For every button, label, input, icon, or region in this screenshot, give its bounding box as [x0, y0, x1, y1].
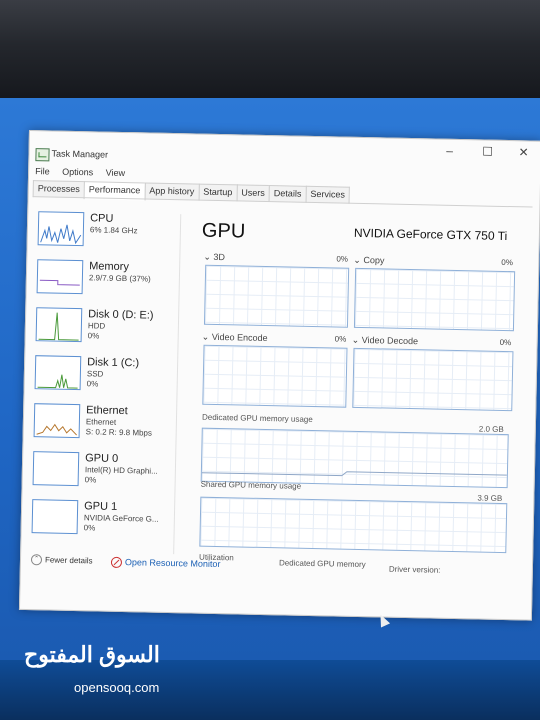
disk0-thumbnail [35, 307, 83, 343]
engine-video-decode-label[interactable]: ⌄ Video Decode [352, 335, 419, 347]
engine-video-encode-graph [202, 344, 348, 408]
sidebar-item-label: Memory [89, 260, 130, 274]
open-resource-monitor-link[interactable]: Open Resource Monitor [125, 557, 221, 569]
sidebar-item-value: 0% [87, 331, 100, 341]
shared-memory-label: Shared GPU memory usage [200, 479, 302, 491]
fewer-details-link[interactable]: Fewer details [45, 555, 93, 565]
task-manager-window: Task Manager – ☐ ✕ File Options View Pro… [18, 130, 540, 621]
resource-monitor-icon[interactable] [110, 556, 123, 569]
chevron-down-icon: ⌄ [203, 251, 214, 262]
task-manager-icon [35, 148, 50, 162]
engine-3d-graph [203, 264, 350, 328]
sidebar-item-label: CPU [90, 212, 114, 225]
sidebar-item-memory[interactable]: Memory 2.9/7.9 GB (37%) [35, 257, 182, 300]
menu-file[interactable]: File [35, 166, 50, 176]
chevron-down-icon: ⌄ [353, 254, 364, 266]
sidebar-item-gpu-0[interactable]: GPU 0 Intel(R) HD Graphi... 0% [30, 449, 177, 492]
sidebar-item-cpu[interactable]: CPU 6% 1.84 GHz [36, 209, 183, 252]
sidebar-item-ethernet[interactable]: Ethernet Ethernet S: 0.2 R: 9.8 Mbps [31, 401, 178, 444]
sidebar-item-value: 0% [86, 379, 99, 389]
engine-video-encode-percent: 0% [334, 334, 347, 344]
ethernet-thumbnail [33, 403, 81, 439]
tab-details[interactable]: Details [268, 185, 307, 203]
sidebar-item-disk-1[interactable]: Disk 1 (C:) SSD 0% [32, 353, 179, 396]
engine-copy-percent: 0% [501, 257, 513, 268]
minimize-button[interactable]: – [431, 139, 467, 162]
sidebar-item-label: GPU 1 [84, 500, 118, 513]
chevron-down-icon: ⌄ [201, 331, 212, 342]
performance-sidebar: CPU 6% 1.84 GHz Memory 2.9/7.9 GB (37%) … [25, 201, 181, 564]
sidebar-item-label: GPU 0 [85, 452, 119, 465]
dedicated-memory-label: Dedicated GPU memory usage [201, 412, 313, 425]
page-title: GPU [201, 219, 246, 243]
sidebar-item-value: 0% [84, 475, 97, 485]
sidebar-item-detail: HDD [87, 321, 106, 331]
chevron-up-icon[interactable]: ⌃ [30, 554, 43, 566]
shared-memory-graph [199, 496, 508, 554]
gpu0-thumbnail [32, 451, 80, 487]
disk1-thumbnail [34, 355, 82, 391]
sidebar-item-detail: Ethernet [85, 417, 117, 427]
engine-3d-percent: 0% [336, 254, 349, 264]
sidebar-item-detail: Intel(R) HD Graphi... [84, 465, 158, 476]
engine-copy-graph [353, 267, 516, 332]
sidebar-item-detail: 6% 1.84 GHz [89, 225, 138, 236]
monitor-bezel [0, 0, 540, 112]
chevron-down-icon: ⌄ [351, 334, 362, 346]
dedicated-memory-line [201, 471, 507, 477]
sidebar-item-label: Ethernet [86, 404, 128, 418]
engine-3d-label[interactable]: ⌄ 3D [203, 252, 225, 263]
stat-dedicated-memory-label: Dedicated GPU memory [278, 558, 366, 570]
sidebar-item-disk-0[interactable]: Disk 0 (D: E:) HDD 0% [33, 305, 180, 348]
memory-thumbnail [36, 259, 84, 295]
sidebar-item-gpu-1[interactable]: GPU 1 NVIDIA GeForce G... 0% [29, 497, 176, 540]
sidebar-item-detail: NVIDIA GeForce G... [83, 513, 159, 524]
sidebar-item-detail: SSD [86, 369, 104, 379]
watermark-logo: السوق المفتوح [24, 642, 160, 667]
dedicated-memory-graph [200, 427, 509, 489]
maximize-button[interactable]: ☐ [469, 140, 505, 163]
sidebar-item-value: 0% [83, 523, 96, 533]
menu-view[interactable]: View [106, 168, 126, 178]
sidebar-item-label: Disk 0 (D: E:) [88, 308, 154, 322]
engine-video-encode-label[interactable]: ⌄ Video Encode [202, 332, 268, 344]
sidebar-item-value: S: 0.2 R: 9.8 Mbps [85, 427, 153, 438]
sidebar-item-detail: 2.9/7.9 GB (37%) [88, 273, 151, 284]
stat-driver-version-label: Driver version: [388, 564, 441, 575]
engine-copy-label[interactable]: ⌄ Copy [353, 255, 384, 267]
gpu1-thumbnail [31, 499, 79, 535]
gpu-model-name: NVIDIA GeForce GTX 750 Ti [353, 225, 508, 244]
engine-video-decode-percent: 0% [499, 337, 512, 348]
close-button[interactable]: ✕ [505, 141, 540, 164]
tab-users[interactable]: Users [236, 184, 271, 203]
menu-options[interactable]: Options [62, 167, 93, 178]
engine-video-decode-graph [352, 347, 514, 412]
watermark-domain: opensooq.com [74, 680, 160, 695]
menu-bar: File Options View [35, 166, 135, 178]
window-title: Task Manager [51, 148, 109, 160]
sidebar-item-label: Disk 1 (C:) [87, 356, 140, 370]
cpu-thumbnail [37, 211, 85, 247]
